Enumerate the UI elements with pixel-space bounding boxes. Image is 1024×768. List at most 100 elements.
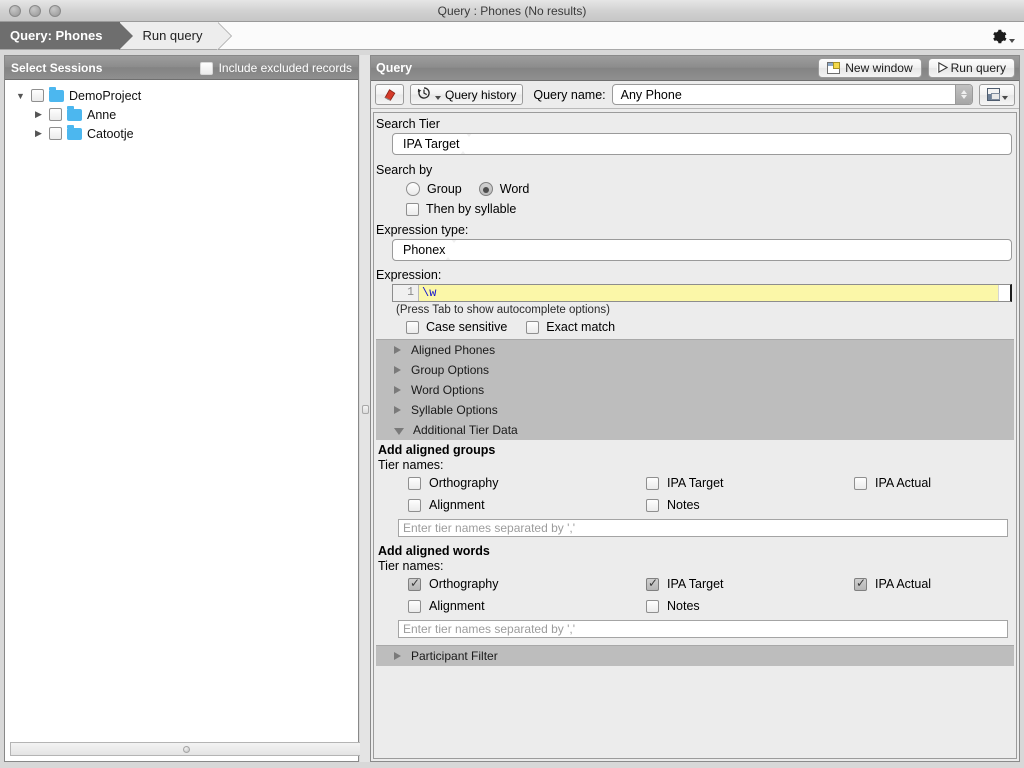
tree-checkbox[interactable] — [49, 127, 62, 140]
tab-run-query[interactable]: Run query — [120, 22, 218, 49]
select-sessions-header: Select Sessions Include excluded records — [5, 56, 358, 80]
words-ipa-actual-checkbox[interactable] — [854, 578, 867, 591]
section-group-options[interactable]: Group Options — [376, 360, 1014, 380]
tree-item-demoproject[interactable]: ▼ DemoProject — [5, 86, 358, 105]
add-aligned-groups-subtitle: Tier names: — [378, 458, 1014, 472]
then-by-syllable-control[interactable]: Then by syllable — [406, 202, 1016, 216]
case-sensitive-checkbox[interactable] — [406, 321, 419, 334]
spinner-down-icon[interactable] — [961, 95, 967, 99]
panel-splitter[interactable] — [360, 55, 370, 762]
tree-item-anne[interactable]: ▶ Anne — [5, 105, 358, 124]
query-name-spinner[interactable] — [955, 85, 972, 104]
tree-checkbox[interactable] — [49, 108, 62, 121]
aligned-groups-tier-input[interactable]: Enter tier names separated by ',' — [398, 519, 1008, 537]
save-query-button[interactable] — [979, 84, 1015, 106]
radio-word-label: Word — [500, 182, 530, 196]
expression-editor[interactable]: 1 \w — [392, 284, 1012, 302]
query-history-label: Query history — [445, 88, 516, 102]
play-icon — [937, 63, 946, 73]
panel-resize-bar[interactable] — [10, 742, 362, 756]
chevron-right-icon[interactable] — [394, 366, 402, 374]
groups-notes-checkbox[interactable] — [646, 499, 659, 512]
section-additional-tier-data[interactable]: Additional Tier Data — [376, 420, 1014, 440]
section-syllable-options[interactable]: Syllable Options — [376, 400, 1014, 420]
add-aligned-words-subtitle: Tier names: — [378, 559, 1014, 573]
add-aligned-words-title: Add aligned words — [378, 544, 1014, 558]
spinner-up-icon[interactable] — [961, 90, 967, 94]
search-tier-value: IPA Target — [403, 137, 460, 151]
spinner-down-icon[interactable] — [466, 133, 472, 151]
groups-ipa-target-control[interactable]: IPA Target — [646, 476, 854, 490]
history-dropdown-caret — [435, 96, 441, 100]
then-by-syllable-checkbox[interactable] — [406, 203, 419, 216]
words-ipa-target-control[interactable]: IPA Target — [646, 577, 854, 591]
groups-notes-label: Notes — [667, 498, 700, 512]
gear-icon[interactable] — [988, 25, 1018, 47]
aligned-words-checkbox-grid: Orthography IPA Target IPA Actual Alignm… — [408, 577, 1014, 613]
groups-alignment-checkbox[interactable] — [408, 499, 421, 512]
spinner-down-icon[interactable] — [451, 239, 457, 257]
expression-label: Expression: — [376, 268, 1016, 282]
section-participant-filter-label: Participant Filter — [411, 649, 498, 663]
groups-orthography-checkbox[interactable] — [408, 477, 421, 490]
clear-query-button[interactable] — [375, 84, 404, 105]
expression-type-spinner[interactable] — [445, 243, 457, 257]
chevron-down-icon[interactable]: ▼ — [15, 91, 26, 101]
radio-group[interactable] — [406, 182, 420, 196]
query-name-label: Query name: — [533, 88, 605, 102]
groups-ipa-target-checkbox[interactable] — [646, 477, 659, 490]
tree-item-label: DemoProject — [69, 89, 141, 103]
search-tier-spinner[interactable] — [460, 137, 472, 151]
words-ipa-target-checkbox[interactable] — [646, 578, 659, 591]
groups-orthography-control[interactable]: Orthography — [408, 476, 646, 490]
chevron-right-icon[interactable]: ▶ — [33, 128, 44, 139]
run-query-button[interactable]: Run query — [928, 58, 1015, 78]
chevron-right-icon[interactable] — [394, 386, 402, 394]
tree-item-catootje[interactable]: ▶ Catootje — [5, 124, 358, 143]
chevron-right-icon[interactable] — [394, 652, 402, 660]
select-sessions-panel: Select Sessions Include excluded records… — [4, 55, 359, 762]
include-excluded-records-checkbox[interactable] — [200, 62, 213, 75]
query-history-button[interactable]: Query history — [410, 84, 523, 105]
new-window-icon — [827, 62, 840, 74]
add-aligned-groups-title: Add aligned groups — [378, 443, 1014, 457]
section-participant-filter[interactable]: Participant Filter — [376, 646, 1014, 666]
words-orthography-control[interactable]: Orthography — [408, 577, 646, 591]
include-excluded-records-control[interactable]: Include excluded records — [200, 56, 352, 80]
query-name-value: Any Phone — [621, 88, 682, 102]
chevron-right-icon[interactable] — [394, 346, 402, 354]
query-name-combobox[interactable]: Any Phone — [612, 84, 973, 105]
expression-input[interactable]: \w — [419, 285, 1010, 301]
words-alignment-checkbox[interactable] — [408, 600, 421, 613]
chevron-right-icon[interactable]: ▶ — [33, 109, 44, 120]
radio-word[interactable] — [479, 182, 493, 196]
groups-ipa-actual-checkbox[interactable] — [854, 477, 867, 490]
resize-handle-nub[interactable] — [183, 746, 190, 753]
expression-type-combobox[interactable]: Phonex — [392, 239, 1012, 261]
section-word-options[interactable]: Word Options — [376, 380, 1014, 400]
groups-notes-control[interactable]: Notes — [646, 498, 854, 512]
tree-checkbox[interactable] — [31, 89, 44, 102]
words-notes-control[interactable]: Notes — [646, 599, 854, 613]
aligned-words-tier-input[interactable]: Enter tier names separated by ',' — [398, 620, 1008, 638]
window-title: Query : Phones (No results) — [0, 4, 1024, 18]
search-tier-combobox[interactable]: IPA Target — [392, 133, 1012, 155]
spinner-up-icon[interactable] — [460, 137, 466, 155]
section-aligned-phones[interactable]: Aligned Phones — [376, 340, 1014, 360]
query-panel-title: Query — [376, 61, 412, 75]
aligned-groups-checkbox-grid: Orthography IPA Target IPA Actual Alignm… — [408, 476, 1014, 512]
words-ipa-actual-control[interactable]: IPA Actual — [854, 577, 1014, 591]
tab-query-phones[interactable]: Query: Phones — [0, 22, 120, 49]
exact-match-checkbox[interactable] — [526, 321, 539, 334]
words-notes-checkbox[interactable] — [646, 600, 659, 613]
run-query-label: Run query — [951, 61, 1006, 75]
search-by-radio-group: Group Word — [406, 182, 1016, 196]
words-alignment-control[interactable]: Alignment — [408, 599, 646, 613]
splitter-grip[interactable] — [362, 405, 369, 414]
chevron-right-icon[interactable] — [394, 406, 402, 414]
chevron-down-icon[interactable] — [394, 428, 404, 435]
words-orthography-checkbox[interactable] — [408, 578, 421, 591]
groups-alignment-control[interactable]: Alignment — [408, 498, 646, 512]
groups-ipa-actual-control[interactable]: IPA Actual — [854, 476, 1014, 490]
new-window-button[interactable]: New window — [818, 58, 921, 78]
